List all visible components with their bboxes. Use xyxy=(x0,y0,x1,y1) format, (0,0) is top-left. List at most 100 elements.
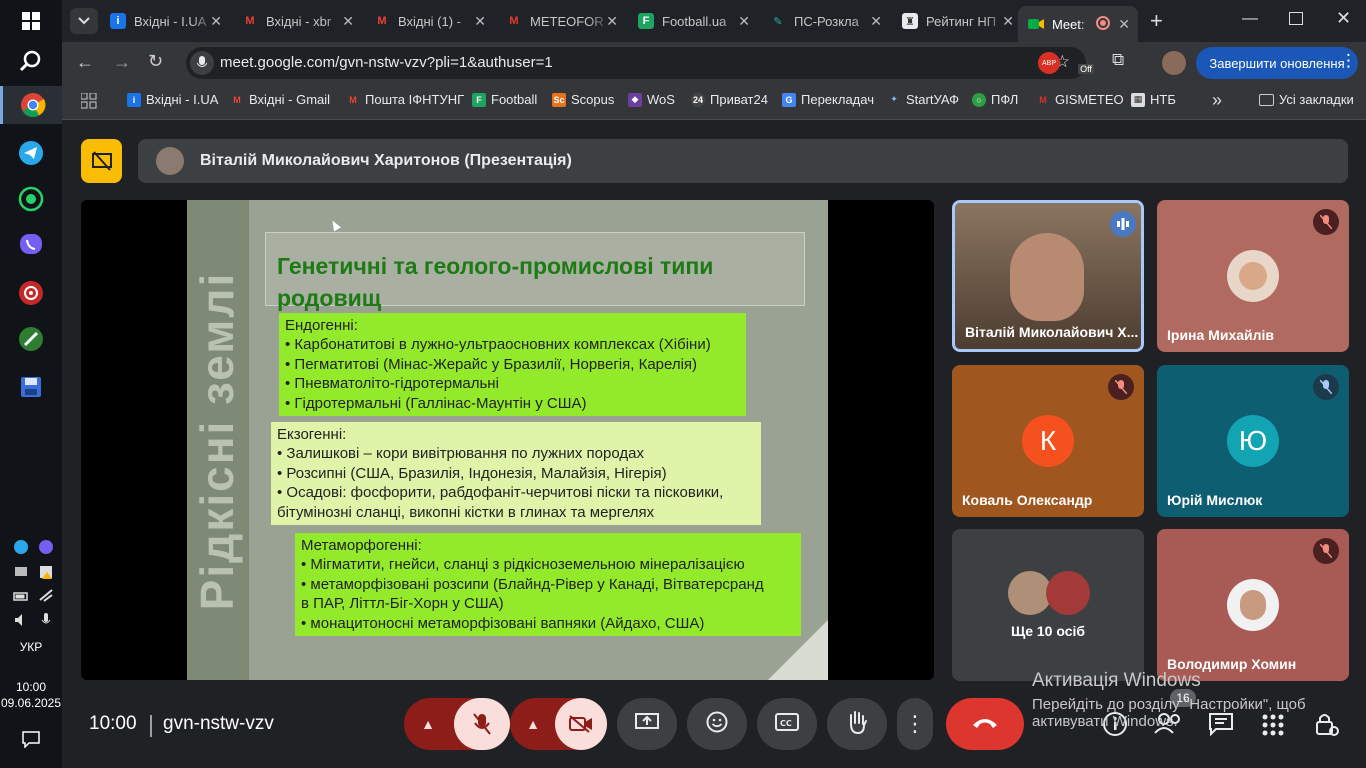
tray-battery-icon[interactable] xyxy=(11,588,31,606)
close-tab-icon[interactable]: ✕ xyxy=(1118,16,1130,33)
close-tab-icon[interactable]: ✕ xyxy=(474,13,486,30)
new-tab-icon[interactable]: + xyxy=(1150,8,1163,34)
telegram-icon[interactable] xyxy=(12,134,50,172)
menu-kebab-icon[interactable]: ⋮ xyxy=(1340,51,1357,71)
participant-name: Коваль Олександр xyxy=(962,492,1093,508)
minimize-icon[interactable]: — xyxy=(1242,10,1258,28)
tab-iua[interactable]: i Вхідні - I.UA ✕ xyxy=(100,6,230,36)
mic-options-chevron-icon[interactable]: ▲ xyxy=(404,716,452,732)
tab-football[interactable]: F Football.ua ✕ xyxy=(628,6,758,36)
tab-gmail-1[interactable]: M Вхідні - xbr ✕ xyxy=(232,6,362,36)
tray-telegram-icon[interactable] xyxy=(11,539,31,557)
camera-control[interactable]: ▲ xyxy=(510,698,607,750)
tab-rating[interactable]: ♜ Рейтинг НП ✕ xyxy=(892,6,1022,36)
iua-icon: i xyxy=(127,92,141,107)
bookmark-football[interactable]: F Football xyxy=(472,92,537,107)
bookmark-gmail[interactable]: M Вхідні - Gmail xyxy=(230,92,330,107)
floppy-disk-icon[interactable] xyxy=(12,368,50,406)
url-text[interactable]: meet.google.com/gvn-nstw-vzv?pli=1&authu… xyxy=(220,54,553,71)
meeting-code[interactable]: gvn-nstw-vzv xyxy=(163,713,274,735)
keyboard-language[interactable]: УКР xyxy=(0,640,62,654)
close-tab-icon[interactable]: ✕ xyxy=(342,13,354,30)
tray-wifi-icon[interactable] xyxy=(36,588,56,606)
mic-control[interactable]: ▲ xyxy=(404,698,510,750)
bookmark-ntb[interactable]: ▦ НТБ xyxy=(1131,92,1176,107)
bookmark-privat24[interactable]: 24 Приват24 xyxy=(691,92,768,107)
adblock-extension-icon[interactable]: ABP xyxy=(1038,52,1060,74)
close-tab-icon[interactable]: ✕ xyxy=(870,13,882,30)
raise-hand-button[interactable] xyxy=(827,698,887,750)
slide-block-metamorphic: Метаморфогенні: • Мігматити, гнейси, сла… xyxy=(295,533,801,637)
tray-volume-icon[interactable] xyxy=(11,612,31,630)
bookmark-wos[interactable]: ◆ WoS xyxy=(628,92,675,107)
taskbar-clock[interactable]: 10:00 09.06.2025 xyxy=(0,679,62,711)
participant-tile[interactable]: Володимир Хомин xyxy=(1157,529,1349,681)
all-bookmarks[interactable]: Усі закладки xyxy=(1259,92,1354,107)
profile-avatar[interactable] xyxy=(1162,51,1186,75)
close-tab-icon[interactable]: ✕ xyxy=(210,13,222,30)
apps-grid-icon[interactable] xyxy=(80,92,97,114)
app-green-icon[interactable] xyxy=(12,320,50,358)
notifications-icon[interactable] xyxy=(12,720,50,758)
camera-off-icon[interactable] xyxy=(555,698,607,750)
tab-meet[interactable]: Meet: ✕ xyxy=(1018,6,1138,42)
close-tab-icon[interactable]: ✕ xyxy=(606,13,618,30)
camera-options-chevron-icon[interactable]: ▲ xyxy=(510,716,556,732)
captions-icon: CC xyxy=(775,712,799,736)
bookmark-scopus[interactable]: Sc Scopus xyxy=(552,92,614,107)
football-icon: F xyxy=(638,13,654,29)
bookmark-gismeteo[interactable]: M GISMETEO xyxy=(1036,92,1123,107)
bookmarks-bar: i Вхідні - I.UA M Вхідні - Gmail M Пошта ІФ… xyxy=(62,84,1366,120)
participant-tile[interactable]: Ю Юрій Мислюк xyxy=(1157,365,1349,517)
tab-search-chevron-icon[interactable] xyxy=(70,8,98,34)
tab-meteofor[interactable]: M METEOFOR ✕ xyxy=(496,6,626,36)
mic-off-icon xyxy=(1108,374,1134,400)
mic-off-icon[interactable] xyxy=(454,698,510,750)
raise-hand-icon xyxy=(846,710,868,739)
forward-icon[interactable]: → xyxy=(113,52,131,73)
captions-button[interactable]: CC xyxy=(757,698,817,750)
extension-off-icon[interactable]: Off xyxy=(1074,52,1098,74)
participant-tile[interactable]: Ірина Михайлів xyxy=(1157,200,1349,352)
iua-icon: i xyxy=(110,13,126,29)
tray-monitor-icon[interactable] xyxy=(11,564,31,582)
extensions-puzzle-icon[interactable]: ⧉ xyxy=(1112,50,1124,70)
whatsapp-icon[interactable] xyxy=(12,180,50,218)
bookmark-iua[interactable]: i Вхідні - I.UA xyxy=(127,92,218,107)
podcast-icon[interactable] xyxy=(12,274,50,312)
participant-tile-more[interactable]: Ще 10 осіб xyxy=(952,529,1144,681)
more-options-button[interactable]: ⋮ xyxy=(897,698,933,750)
bookmark-translator[interactable]: G Перекладач xyxy=(782,92,874,107)
finish-update-button[interactable]: Завершити оновлення xyxy=(1196,47,1358,79)
participant-tile-presenter[interactable]: Віталій Миколайович Х... xyxy=(952,200,1144,352)
viber-icon[interactable] xyxy=(12,226,50,264)
present-screen-button[interactable] xyxy=(617,698,677,750)
bookmark-startuaf[interactable]: ✦ StartУАФ xyxy=(887,92,959,107)
stop-presenting-icon[interactable] xyxy=(81,139,122,183)
close-tab-icon[interactable]: ✕ xyxy=(738,13,750,30)
tray-security-icon[interactable] xyxy=(36,564,56,582)
bookmark-ifntung-mail[interactable]: M Пошта ІФНТУНГ xyxy=(346,92,464,107)
tray-mic-icon[interactable] xyxy=(36,612,56,630)
mic-off-icon xyxy=(1313,538,1339,564)
presentation-stage[interactable]: Рідкісні землі Генетичні та геолого-пром… xyxy=(81,200,934,680)
close-window-icon[interactable]: ✕ xyxy=(1336,8,1351,29)
gismeteo-icon: M xyxy=(1039,94,1047,105)
site-mic-icon[interactable] xyxy=(190,51,214,75)
chrome-taskbar-icon[interactable] xyxy=(0,86,62,124)
tray-viber-icon[interactable] xyxy=(36,539,56,557)
participant-tile[interactable]: К Коваль Олександр xyxy=(952,365,1144,517)
leave-call-button[interactable] xyxy=(946,698,1024,750)
address-bar[interactable]: meet.google.com/gvn-nstw-vzv?pli=1&authu… xyxy=(186,47,1086,79)
back-icon[interactable]: ← xyxy=(76,52,94,73)
windows-start-icon[interactable] xyxy=(12,2,50,40)
reload-icon[interactable]: ↻ xyxy=(148,51,163,72)
tab-gmail-2[interactable]: M Вхідні (1) - ✕ xyxy=(364,6,494,36)
tab-schedule[interactable]: ✎ ПС-Розкла ✕ xyxy=(760,6,890,36)
bookmark-pfl[interactable]: ○ ПФЛ xyxy=(972,92,1018,107)
restore-icon[interactable] xyxy=(1289,12,1303,25)
reactions-button[interactable] xyxy=(687,698,747,750)
close-tab-icon[interactable]: ✕ xyxy=(1002,13,1014,30)
search-icon[interactable] xyxy=(12,42,50,80)
more-bookmarks-icon[interactable]: » xyxy=(1212,90,1222,111)
